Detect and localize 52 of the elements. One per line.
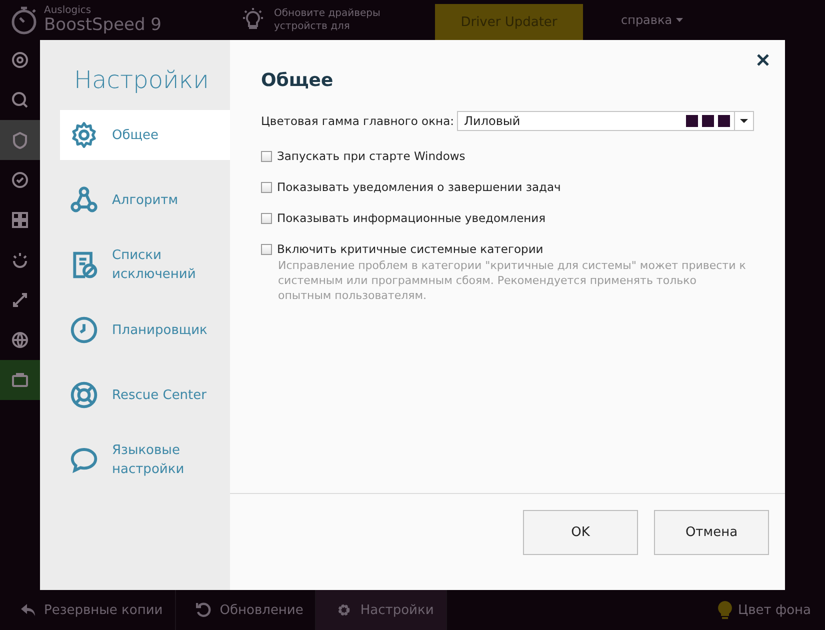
product-name: BoostSpeed 9 <box>44 16 162 35</box>
background-color-button[interactable]: Цвет фона <box>712 590 825 630</box>
check-circle-icon[interactable] <box>11 171 29 189</box>
refresh-icon <box>196 602 212 618</box>
reply-arrow-icon <box>20 603 36 617</box>
color-scheme-dropdown[interactable]: Лиловый <box>457 111 754 131</box>
grid-icon[interactable] <box>11 211 29 229</box>
checkbox-label: Показывать информационные уведомления <box>277 211 546 225</box>
checkbox[interactable] <box>261 212 272 224</box>
lifebuoy-icon <box>70 381 98 409</box>
stopwatch-icon <box>10 5 38 35</box>
section-heading: Общее <box>261 70 334 91</box>
settings-nav-item[interactable]: Планировщик <box>60 305 230 355</box>
clock-icon <box>70 316 98 344</box>
gear-icon <box>336 602 352 618</box>
field-label: Цветовая гамма главного окна: <box>261 114 455 128</box>
magnifier-icon[interactable] <box>11 91 29 109</box>
checkbox-label: Запускать при старте Windows <box>277 149 466 163</box>
speech-bubble-icon <box>70 446 98 474</box>
checkbox[interactable] <box>261 182 272 192</box>
caret-icon <box>676 18 684 22</box>
dialog-button[interactable]: OK <box>523 510 638 555</box>
checkbox[interactable] <box>261 150 272 162</box>
briefcase-icon[interactable] <box>11 371 29 389</box>
shield-icon[interactable] <box>11 131 29 149</box>
brand-name: Auslogics <box>44 5 92 16</box>
nodes-icon <box>70 186 98 214</box>
checkbox-label: Показывать уведомления о завершении задач <box>277 180 561 194</box>
settings-nav-item[interactable]: Списки исключений <box>60 240 230 290</box>
settings-nav-item[interactable]: Алгоритм <box>60 175 230 225</box>
globe-icon[interactable] <box>11 331 29 349</box>
arrows-icon[interactable] <box>11 291 29 309</box>
dialog-button[interactable]: Отмена <box>654 510 769 555</box>
promo-text: устройств для <box>274 20 351 33</box>
settings-nav-item[interactable]: Rescue Center <box>60 370 230 420</box>
settings-nav-item[interactable]: Языковые настройки <box>60 435 230 485</box>
checkbox[interactable] <box>261 244 272 254</box>
bottom-tab[interactable]: Настройки <box>316 590 447 630</box>
lightbulb-icon <box>718 601 732 619</box>
gauge-icon[interactable] <box>11 251 29 269</box>
checkbox-label: Включить критичные системные категории <box>277 242 544 256</box>
target-icon[interactable] <box>11 51 29 69</box>
list-icon <box>70 251 98 279</box>
rail-item[interactable] <box>0 360 40 400</box>
warning-note: Исправление проблем в категории "критичные для системы" может привести к системным или программным сбоям. Рекомендуется применять только опытным пользователям. <box>278 258 747 303</box>
promo-text: Обновите драйверы <box>274 7 380 20</box>
gear-icon <box>70 121 98 149</box>
help-menu[interactable]: справка <box>621 13 684 27</box>
rail-item[interactable] <box>0 120 40 160</box>
caret-icon <box>740 119 748 123</box>
settings-nav-item[interactable]: Общее <box>60 110 230 160</box>
dialog-title: Настройки <box>73 66 210 94</box>
